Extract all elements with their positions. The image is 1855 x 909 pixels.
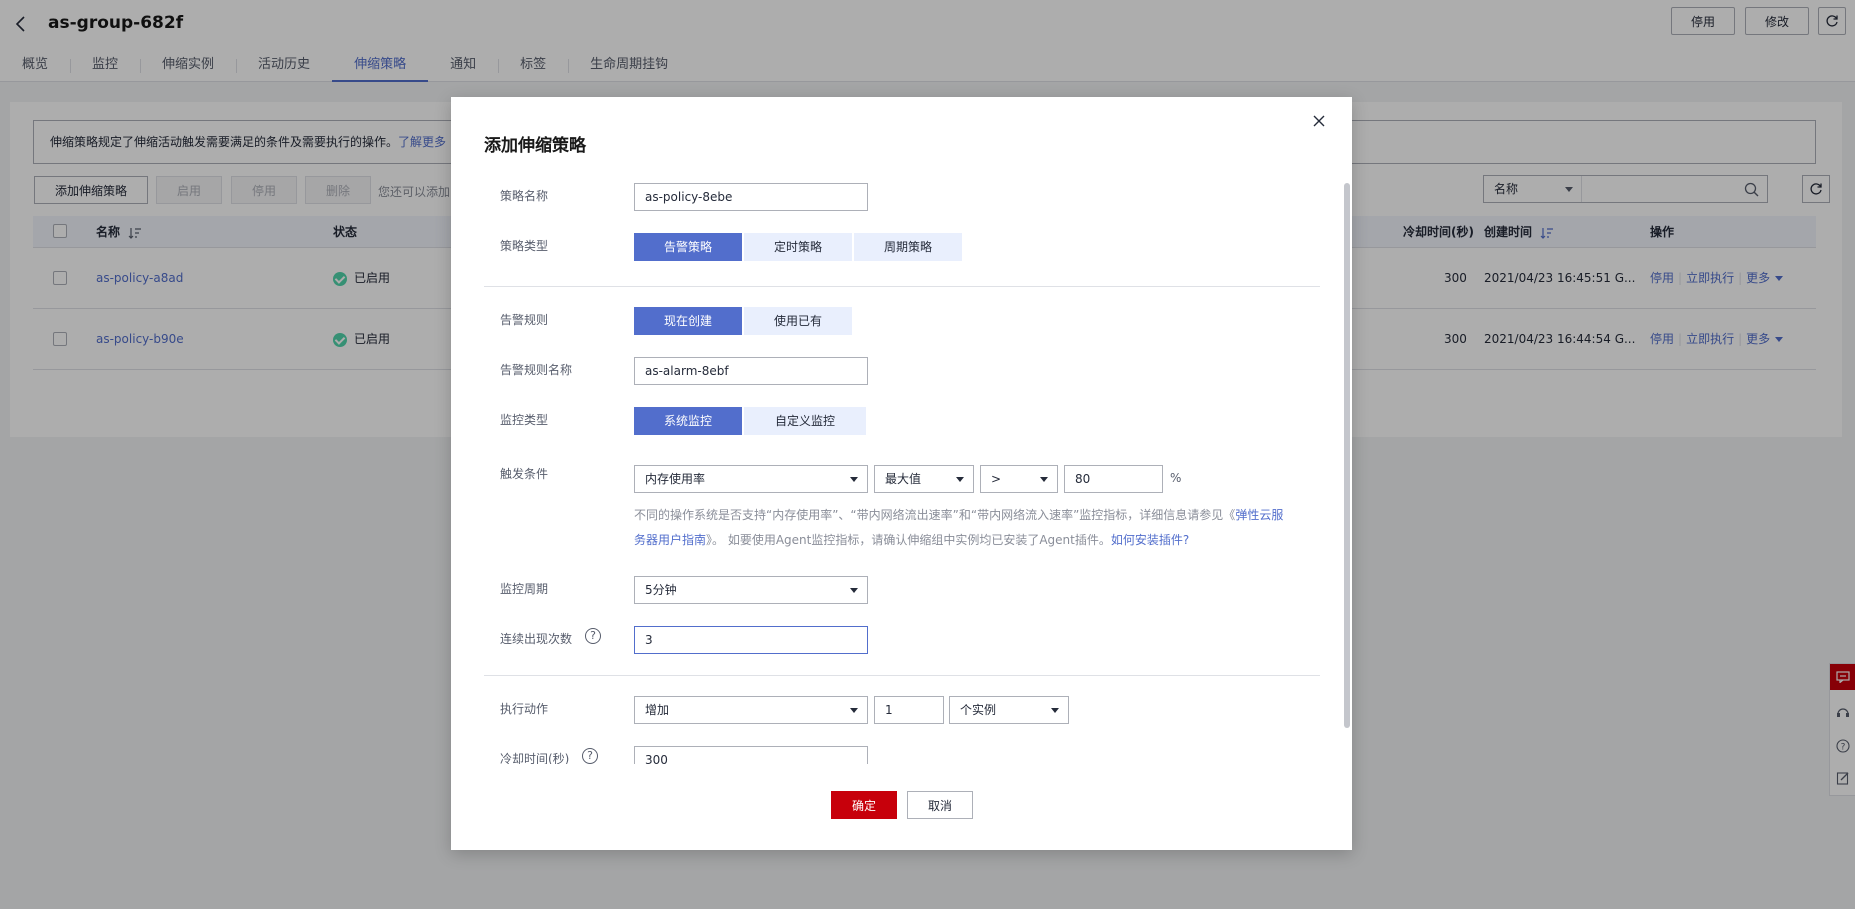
how-to-install-link[interactable]: 如何安装插件? xyxy=(1111,533,1189,547)
help-icon[interactable]: ? xyxy=(582,748,598,764)
monitor-type-label: 监控类型 xyxy=(500,413,549,427)
trigger-unit: % xyxy=(1170,471,1182,485)
alarm-name-label: 告警规则名称 xyxy=(500,363,573,377)
action-unit-select[interactable]: 个实例 xyxy=(949,696,1069,724)
period-label: 监控周期 xyxy=(500,582,549,596)
dialog-body: 策略名称 as-policy-8ebe 策略类型 告警策略 定时策略 周期策略 … xyxy=(451,167,1352,764)
trigger-operator-select[interactable]: > xyxy=(980,465,1058,493)
policy-name-label: 策略名称 xyxy=(500,189,549,203)
policy-type-periodic[interactable]: 周期策略 xyxy=(854,233,962,261)
divider xyxy=(484,675,1320,676)
cooldown-label: 冷却时间(秒) xyxy=(500,752,570,764)
policy-type-alarm[interactable]: 告警策略 xyxy=(634,233,742,261)
period-select[interactable]: 5分钟 xyxy=(634,576,868,604)
count-label: 连续出现次数 xyxy=(500,632,573,646)
action-select[interactable]: 增加 xyxy=(634,696,868,724)
alarm-rule-selector: 现在创建 使用已有 xyxy=(634,307,854,335)
trigger-metric-select[interactable]: 内存使用率 xyxy=(634,465,868,493)
trigger-stat-select[interactable]: 最大值 xyxy=(874,465,974,493)
policy-type-label: 策略类型 xyxy=(500,239,549,253)
trigger-threshold-input[interactable]: 80 xyxy=(1064,465,1163,493)
monitor-type-system[interactable]: 系统监控 xyxy=(634,407,742,435)
alarm-name-input[interactable]: as-alarm-8ebf xyxy=(634,357,868,385)
close-icon[interactable] xyxy=(1312,114,1326,128)
count-input[interactable]: 3 xyxy=(634,626,868,654)
alarm-rule-use-existing[interactable]: 使用已有 xyxy=(744,307,852,335)
cooldown-input[interactable]: 300 xyxy=(634,746,868,764)
action-amount-input[interactable]: 1 xyxy=(874,696,944,724)
add-policy-dialog: 添加伸缩策略 策略名称 as-policy-8ebe 策略类型 告警策略 定时策… xyxy=(451,97,1352,850)
alarm-rule-create-new[interactable]: 现在创建 xyxy=(634,307,742,335)
policy-type-selector: 告警策略 定时策略 周期策略 xyxy=(634,233,964,261)
alarm-rule-label: 告警规则 xyxy=(500,313,549,327)
help-icon[interactable]: ? xyxy=(585,628,601,644)
tip-text: 不同的操作系统是否支持“内存使用率”、“带内网络流出速率”和“带内网络流入速率”… xyxy=(634,508,1236,522)
policy-type-scheduled[interactable]: 定时策略 xyxy=(744,233,852,261)
trigger-label: 触发条件 xyxy=(500,467,549,481)
cancel-button[interactable]: 取消 xyxy=(907,791,973,819)
tip-text: 》。 如要使用Agent监控指标，请确认伸缩组中实例均已安装了Agent插件。 xyxy=(706,533,1111,547)
action-label: 执行动作 xyxy=(500,702,549,716)
metric-support-tip: 不同的操作系统是否支持“内存使用率”、“带内网络流出速率”和“带内网络流入速率”… xyxy=(634,503,1284,553)
monitor-type-selector: 系统监控 自定义监控 xyxy=(634,407,868,435)
monitor-type-custom[interactable]: 自定义监控 xyxy=(744,407,866,435)
policy-name-input[interactable]: as-policy-8ebe xyxy=(634,183,868,211)
dialog-scrollbar[interactable] xyxy=(1344,183,1350,728)
confirm-button[interactable]: 确定 xyxy=(831,791,897,819)
dialog-title: 添加伸缩策略 xyxy=(484,136,586,156)
divider xyxy=(484,286,1320,287)
